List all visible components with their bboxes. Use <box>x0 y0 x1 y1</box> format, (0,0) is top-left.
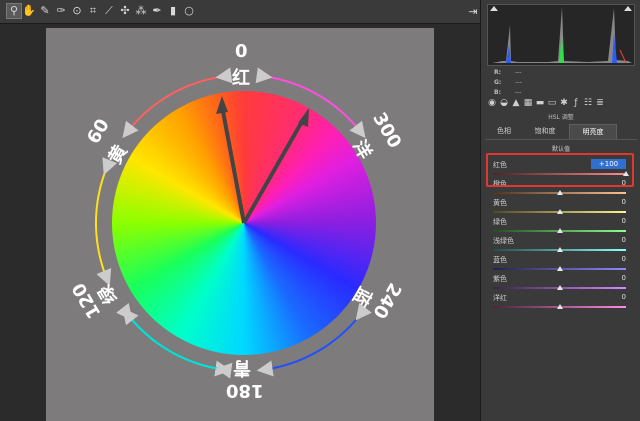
slider-value-input[interactable]: 0 <box>591 235 626 245</box>
spot-removal-tool-icon[interactable]: ✣ <box>118 4 132 18</box>
panel-tabs-icons: ◉ ◒ ▲ ▦ ▬ ▭ ✱ ƒ ☷ ≣ <box>487 98 635 110</box>
preview-image: 0 红 60 黄 120 绿 180 青 240 蓝 300 洋 <box>46 28 434 421</box>
slider-value-input[interactable]: 0 <box>591 273 626 283</box>
zoom-tool-icon[interactable]: ⚲ <box>6 3 22 19</box>
white-balance-tool-icon[interactable]: ✎ <box>38 4 52 18</box>
basic-panel-icon[interactable]: ◉ <box>487 98 497 108</box>
slider-thumb[interactable] <box>556 285 563 290</box>
graduated-filter-icon[interactable]: ▮ <box>166 4 180 18</box>
presets-icon[interactable]: ☷ <box>583 98 593 108</box>
slider-thumb[interactable] <box>556 209 563 214</box>
tab-saturation[interactable]: 饱和度 <box>523 124 567 139</box>
color-sampler-tool-icon[interactable]: ✑ <box>54 4 68 18</box>
slider-value-input[interactable]: 0 <box>591 292 626 302</box>
slider-label: 浅绿色 <box>493 237 514 245</box>
hsl-icon[interactable]: ▦ <box>523 98 533 108</box>
slider-thumb[interactable] <box>556 190 563 195</box>
detail-icon[interactable]: ▲ <box>511 98 521 108</box>
snapshots-icon[interactable]: ≣ <box>595 98 605 108</box>
default-button[interactable]: 默认值 <box>481 144 640 153</box>
slider-label: 蓝色 <box>493 256 507 264</box>
open-preferences-icon[interactable]: ⇥ <box>466 5 480 19</box>
histogram <box>487 4 635 66</box>
highlight-frame <box>486 153 634 187</box>
slider-thumb[interactable] <box>556 304 563 309</box>
slider-value-input[interactable]: 0 <box>591 254 626 264</box>
hsl-tabs: 色相 饱和度 明亮度 <box>485 124 637 140</box>
lens-corrections-icon[interactable]: ▭ <box>547 98 557 108</box>
camera-calibration-icon[interactable]: ƒ <box>571 98 581 108</box>
slider-label: 紫色 <box>493 275 507 283</box>
slider-row: 蓝色 0 <box>491 255 631 273</box>
effects-icon[interactable]: ✱ <box>559 98 569 108</box>
highlight-clip-warning-icon[interactable] <box>624 6 632 11</box>
right-panel: R: --- G: --- B: --- ◉ ◒ ▲ ▦ ▬ ▭ ✱ ƒ ☷ ≣… <box>480 0 640 421</box>
slider-label: 绿色 <box>493 218 507 226</box>
shadow-clip-warning-icon[interactable] <box>490 6 498 11</box>
slider-thumb[interactable] <box>556 228 563 233</box>
slider-row: 绿色 0 <box>491 217 631 235</box>
slider-thumb[interactable] <box>556 266 563 271</box>
tab-hue[interactable]: 色相 <box>485 124 523 139</box>
slider-row: 紫色 0 <box>491 274 631 292</box>
slider-thumb[interactable] <box>556 247 563 252</box>
adjustment-brush-icon[interactable]: ✒ <box>150 4 164 18</box>
crop-tool-icon[interactable]: ⌗ <box>86 4 100 18</box>
slider-label: 洋红 <box>493 294 507 302</box>
targeted-adjustment-tool-icon[interactable]: ⊙ <box>70 4 84 18</box>
hue-arc-arrow <box>95 157 118 286</box>
red-label: 红 <box>232 68 250 89</box>
hand-tool-icon[interactable]: ✋ <box>22 4 36 18</box>
panel-title: HSL 调整 <box>548 114 574 121</box>
straighten-tool-icon[interactable]: ⟋ <box>102 4 116 18</box>
cyan-label: 青 <box>233 357 251 378</box>
red-eye-tool-icon[interactable]: ⁂ <box>134 4 148 18</box>
radial-filter-icon[interactable]: ○ <box>182 4 196 18</box>
tab-luminance[interactable]: 明亮度 <box>569 124 617 139</box>
split-toning-icon[interactable]: ▬ <box>535 98 545 108</box>
slider-value-input[interactable]: 0 <box>591 216 626 226</box>
hue-0-label: 0 <box>235 41 248 62</box>
slider-label: 黄色 <box>493 199 507 207</box>
slider-row: 黄色 0 <box>491 198 631 216</box>
hue-180-label: 180 <box>226 380 264 401</box>
slider-row: 洋红 0 <box>491 293 631 311</box>
rgb-readout: R: --- G: --- B: --- <box>494 69 522 96</box>
slider-value-input[interactable]: 0 <box>591 197 626 207</box>
slider-row: 浅绿色 0 <box>491 236 631 254</box>
tone-curve-icon[interactable]: ◒ <box>499 98 509 108</box>
